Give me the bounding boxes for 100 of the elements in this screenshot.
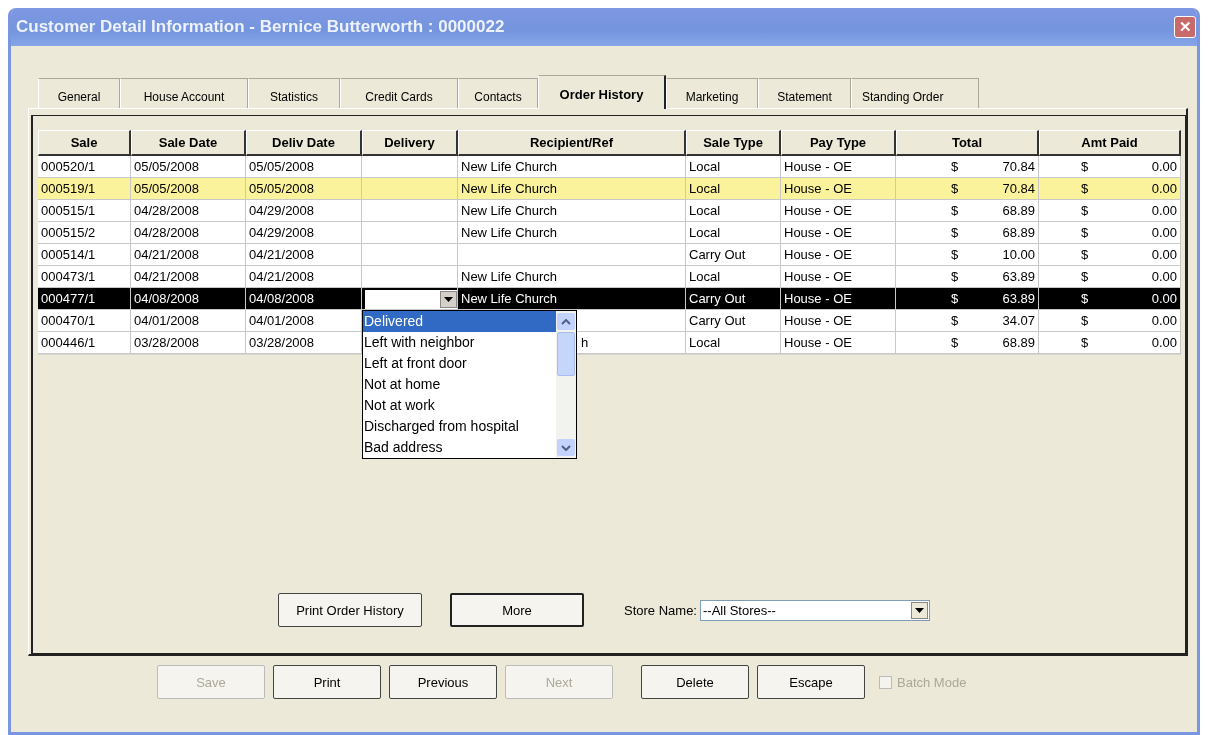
scrollbar[interactable]	[556, 311, 576, 458]
window-title: Customer Detail Information - Bernice Butterworth : 0000022	[16, 17, 505, 37]
table-cell-text: 10.00	[1002, 247, 1035, 264]
scroll-down-icon[interactable]	[557, 439, 575, 456]
table-cell: Carry Out	[689, 291, 746, 306]
dropdown-option[interactable]: Not at home	[363, 374, 556, 395]
table-cell: 000477/1	[41, 291, 96, 306]
table-cell: New Life Church	[461, 291, 558, 306]
dropdown-option[interactable]: Left with neighbor	[363, 332, 556, 353]
table-cell: House - OE	[784, 291, 852, 306]
table-row[interactable]: 000515/2 04/28/2008 04/29/2008 New Life Church Local House - OE $ 68.89 $ 0.00	[38, 222, 1181, 244]
currency-symbol: $	[951, 225, 959, 242]
currency-symbol: $	[1081, 225, 1089, 242]
currency-symbol: $	[1081, 335, 1089, 352]
action-button[interactable]: Escape	[757, 665, 865, 699]
column-header[interactable]: Total	[896, 130, 1039, 156]
table-cell-text: 0.00	[1151, 313, 1177, 330]
currency-symbol: $	[1081, 159, 1089, 176]
table-cell: House - OE	[784, 159, 852, 174]
tab[interactable]: Statement	[758, 78, 851, 108]
column-header[interactable]: Sale Type	[686, 130, 781, 156]
table-cell: 04/21/2008	[134, 269, 200, 284]
action-button[interactable]: Delete	[641, 665, 749, 699]
table-cell: 000515/2	[41, 225, 96, 240]
store-name-label: Store Name:	[624, 602, 697, 618]
store-name-select[interactable]: --All Stores--	[700, 599, 930, 621]
table-cell: House - OE	[784, 269, 852, 284]
dropdown-option[interactable]: Left at front door	[363, 353, 556, 374]
table-cell: 04/01/2008	[249, 313, 315, 328]
table-row[interactable]: 000514/1 04/21/2008 04/21/2008 Carry Out House - OE $ 10.00 $ 0.00	[38, 244, 1181, 266]
tab[interactable]: Credit Cards	[340, 78, 458, 108]
tab[interactable]: House Account	[120, 78, 248, 108]
table-cell-text: 0.00	[1151, 291, 1177, 308]
table-cell: 04/29/2008	[249, 225, 315, 240]
tab[interactable]: Statistics	[248, 78, 340, 108]
currency-symbol: $	[1081, 313, 1089, 330]
table-cell: Local	[689, 203, 721, 218]
dropdown-option[interactable]: Not at work	[363, 395, 556, 416]
table-cell: 04/08/2008	[134, 291, 200, 306]
table-cell: Local	[689, 159, 721, 174]
scroll-thumb[interactable]	[557, 332, 575, 376]
tab[interactable]: General	[38, 78, 120, 108]
currency-symbol: $	[951, 269, 959, 286]
column-header[interactable]: Deliv Date	[246, 130, 362, 156]
dropdown-option[interactable]: Delivered	[363, 311, 556, 332]
table-cell-text: 63.89	[1002, 291, 1035, 308]
column-header[interactable]: Recipient/Ref	[458, 130, 686, 156]
table-cell: 000446/1	[41, 335, 96, 350]
table-cell: Local	[689, 269, 721, 284]
action-button[interactable]: Print	[273, 665, 381, 699]
column-header[interactable]: Delivery	[362, 130, 458, 156]
table-cell-text: 0.00	[1151, 269, 1177, 286]
table-cell: 000519/1	[41, 181, 96, 196]
table-cell: New Life Church	[461, 203, 558, 218]
column-header[interactable]: Sale Date	[131, 130, 246, 156]
table-row[interactable]: 000473/1 04/21/2008 04/21/2008 New Life Church Local House - OE $ 63.89 $ 0.00	[38, 266, 1181, 288]
table-cell: h	[581, 335, 589, 350]
table-cell: House - OE	[784, 335, 852, 350]
table-cell: 04/08/2008	[249, 291, 315, 306]
table-cell-text: 0.00	[1151, 159, 1177, 176]
table-cell-text: 63.89	[1002, 269, 1035, 286]
table-cell: 04/01/2008	[134, 313, 200, 328]
table-cell: 000520/1	[41, 159, 96, 174]
table-row[interactable]: 000515/1 04/28/2008 04/29/2008 New Life Church Local House - OE $ 68.89 $ 0.00	[38, 200, 1181, 222]
table-row[interactable]: 000520/1 05/05/2008 05/05/2008 New Life Church Local House - OE $ 70.84 $ 0.00	[38, 156, 1181, 178]
dropdown-option[interactable]: Discharged from hospital	[363, 416, 556, 437]
currency-symbol: $	[1081, 203, 1089, 220]
table-cell: 000470/1	[41, 313, 96, 328]
table-row[interactable]: 000519/1 05/05/2008 05/05/2008 New Life Church Local House - OE $ 70.84 $ 0.00	[38, 178, 1181, 200]
table-cell: New Life Church	[461, 225, 558, 240]
table-cell: Carry Out	[689, 313, 746, 328]
column-header[interactable]: Pay Type	[781, 130, 896, 156]
currency-symbol: $	[1081, 247, 1089, 264]
tab[interactable]: Order History	[538, 75, 666, 109]
currency-symbol: $	[951, 203, 959, 220]
tab[interactable]: Marketing	[666, 78, 758, 108]
scroll-up-icon[interactable]	[557, 313, 575, 330]
currency-symbol: $	[1081, 181, 1089, 198]
table-cell: 000473/1	[41, 269, 96, 284]
table-cell-text: 70.84	[1002, 181, 1035, 198]
currency-symbol: $	[951, 247, 959, 264]
action-button[interactable]: Previous	[389, 665, 497, 699]
tab[interactable]: Contacts	[458, 78, 538, 108]
table-cell: 05/05/2008	[249, 159, 315, 174]
table-cell-text: 70.84	[1002, 159, 1035, 176]
table-cell: 05/05/2008	[134, 181, 200, 196]
table-cell-text: 0.00	[1151, 203, 1177, 220]
column-header[interactable]: Amt Paid	[1039, 130, 1181, 156]
panel-button[interactable]: More	[450, 593, 584, 627]
table-cell-text: 0.00	[1151, 335, 1177, 352]
close-button[interactable]: ✕	[1174, 16, 1196, 38]
dropdown-option[interactable]: Bad address	[363, 437, 556, 458]
panel-button[interactable]: Print Order History	[278, 593, 422, 627]
currency-symbol: $	[1081, 269, 1089, 286]
table-cell: 04/28/2008	[134, 225, 200, 240]
currency-symbol: $	[951, 181, 959, 198]
currency-symbol: $	[951, 335, 959, 352]
table-cell: New Life Church	[461, 159, 558, 174]
column-header[interactable]: Sale	[38, 130, 131, 156]
tab[interactable]: Standing Order	[851, 78, 979, 108]
